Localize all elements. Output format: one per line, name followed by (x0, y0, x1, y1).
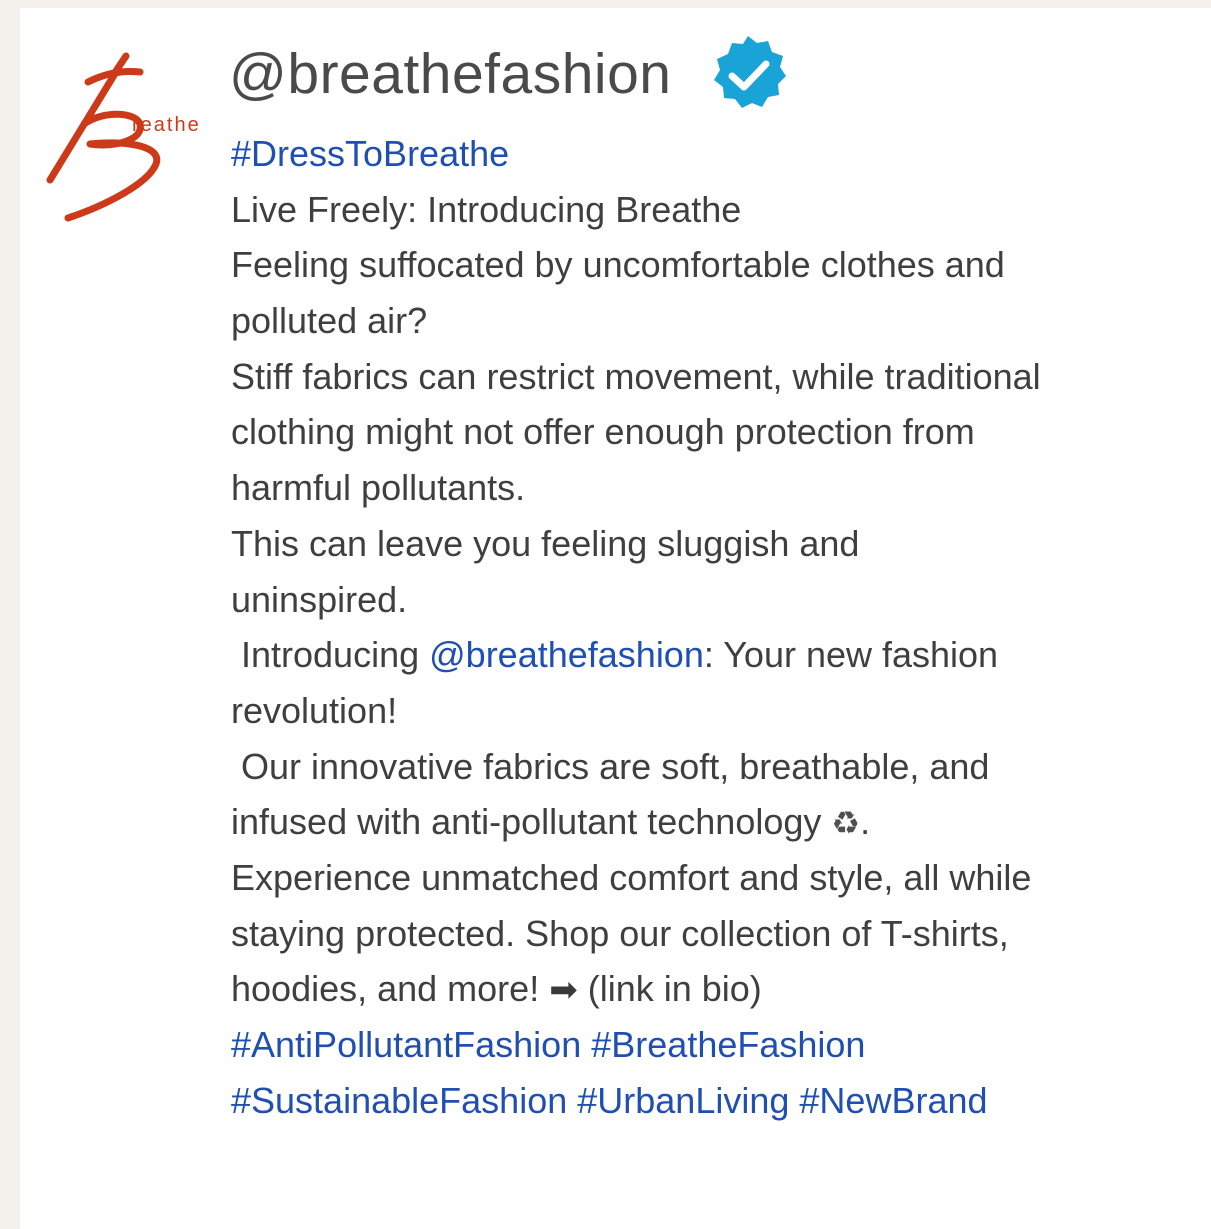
post-text-line: Feeling suffocated by uncomfortable clot… (231, 244, 1005, 286)
hashtag-link[interactable]: #DressToBreathe (231, 133, 509, 174)
hashtag-link[interactable]: #BreatheFashion (591, 1024, 865, 1065)
mention-link[interactable]: @breathefashion (429, 634, 704, 675)
hashtag-link[interactable]: #AntiPollutantFashion (231, 1024, 581, 1065)
post-text-line: Introducing @breathefashion: Your new fa… (231, 627, 1191, 683)
hashtag-row: #SustainableFashion #UrbanLiving #NewBra… (231, 1073, 1191, 1129)
post-text-line: This can leave you feeling sluggish and (231, 522, 860, 564)
post-text: . (860, 801, 871, 843)
arrow-right-icon: ➡ (549, 971, 578, 1010)
post-text: Introducing (241, 634, 430, 676)
recycle-icon: ♻ (831, 805, 861, 842)
post-text-line: hoodies, and more! ➡ (link in bio) (231, 961, 1191, 1017)
brand-logo[interactable]: reathe (44, 52, 226, 224)
post-text-line: infused with anti-pollutant technology ♻… (231, 794, 1191, 850)
post-text-line: Live Freely: Introducing Breathe (231, 188, 742, 230)
post-text-line: staying protected. Shop our collection o… (231, 912, 1009, 954)
post-text-line: Our innovative fabrics are soft, breatha… (241, 745, 990, 787)
post-text: (link in bio) (577, 968, 762, 1010)
hashtag-link[interactable]: #UrbanLiving (577, 1080, 789, 1121)
post-text-line: polluted air? (231, 300, 428, 342)
verified-check-icon (713, 36, 786, 108)
post-text-line: revolution! (231, 689, 398, 731)
brand-logo-text: reathe (132, 114, 201, 136)
post-text-line: Stiff fabrics can restrict movement, whi… (231, 355, 1041, 397)
post-text-line: clothing might not offer enough protecti… (231, 411, 975, 453)
post-text-line: Experience unmatched comfort and style, … (231, 856, 1032, 898)
hashtag-link[interactable]: #NewBrand (799, 1080, 987, 1121)
hashtag-row: #AntiPollutantFashion #BreatheFashion (231, 1017, 1191, 1073)
post-text: hoodies, and more! (231, 968, 550, 1010)
post-text: infused with anti-pollutant technology (231, 801, 832, 843)
post-text: : Your new fashion (703, 634, 999, 676)
profile-header: @breathefashion (229, 34, 788, 114)
post-body: #DressToBreathe Live Freely: Introducing… (231, 126, 1191, 1128)
post-text-line: harmful pollutants. (231, 467, 526, 509)
hashtag-link[interactable]: #SustainableFashion (231, 1080, 567, 1121)
post-text-line: uninspired. (231, 578, 408, 620)
profile-handle[interactable]: @breathefashion (229, 41, 672, 107)
